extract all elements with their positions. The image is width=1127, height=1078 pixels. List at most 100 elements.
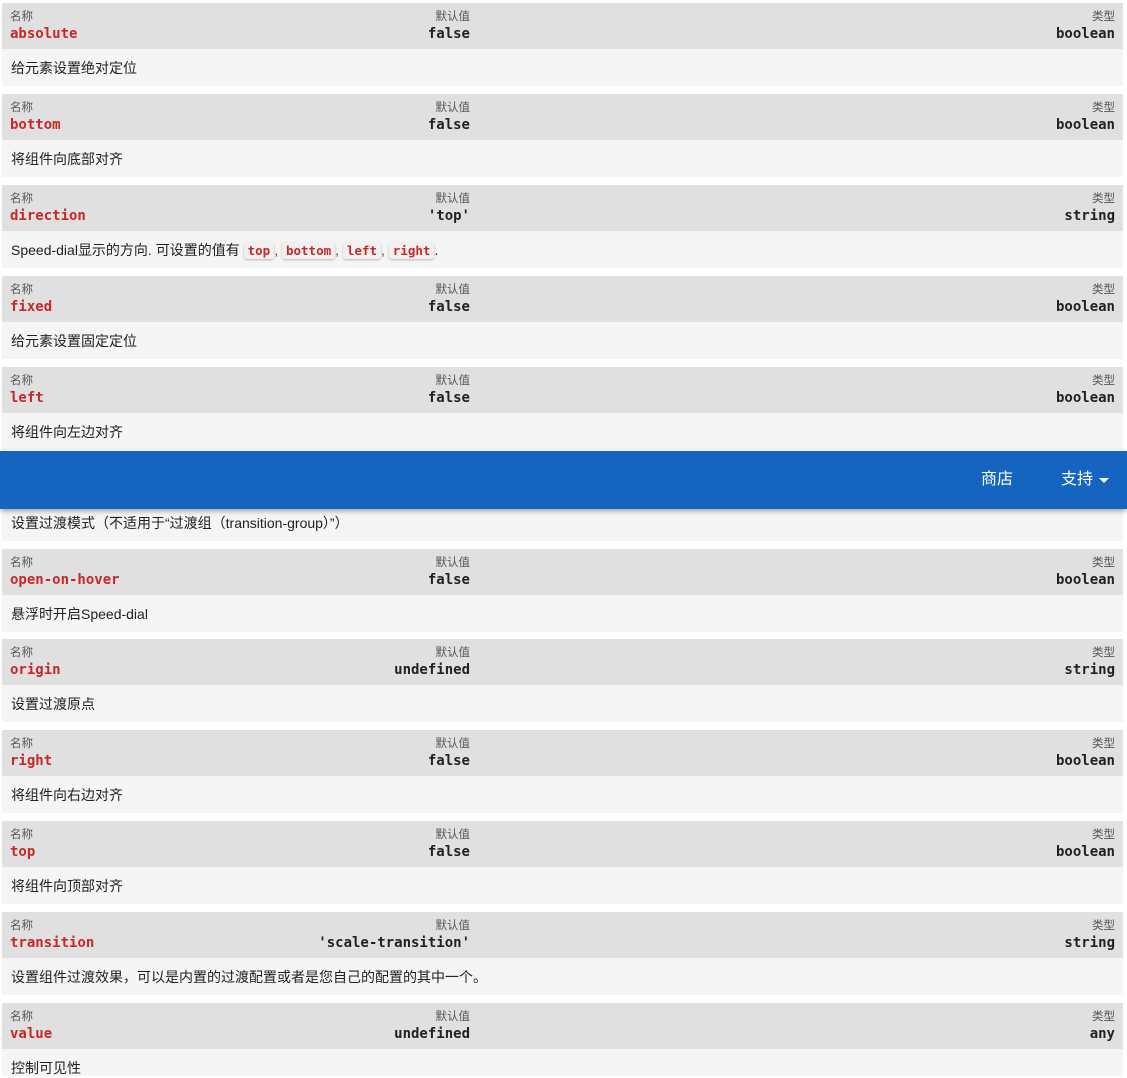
default-column-label: 默认值 xyxy=(435,920,471,932)
prop-name: origin xyxy=(10,662,61,678)
value-chip-right: right xyxy=(388,242,435,259)
prop-type: any xyxy=(1089,1026,1115,1042)
prop-row-origin: 名称 默认值 类型 origin undefined string 设置过渡原点 xyxy=(2,639,1123,722)
prop-name: value xyxy=(10,1026,53,1042)
prop-type: string xyxy=(1064,662,1115,678)
name-column-label: 名称 xyxy=(10,193,33,205)
support-menu-button[interactable]: 支持 xyxy=(1029,451,1109,509)
prop-description-text: 设置组件过渡效果，可以是内置的过渡配置或者是您自己的配置的其中一个。 xyxy=(11,969,487,985)
default-column-label: 默认值 xyxy=(435,11,471,23)
prop-header: 名称 默认值 类型 open-on-hover false boolean xyxy=(2,549,1123,595)
prop-row-left: 名称 默认值 类型 left false boolean 将组件向左边对齐 xyxy=(2,367,1123,450)
prop-header: 名称 默认值 类型 left false boolean xyxy=(2,367,1123,413)
prop-header: 名称 默认值 类型 fixed false boolean xyxy=(2,276,1123,322)
name-column-label: 名称 xyxy=(10,11,33,23)
description-suffix: . xyxy=(434,242,439,258)
value-chip-bottom: bottom xyxy=(281,242,336,259)
prop-header: 名称 默认值 类型 right false boolean xyxy=(2,730,1123,776)
prop-description: 悬浮时开启Speed-dial xyxy=(2,595,1123,632)
type-column-label: 类型 xyxy=(1092,284,1115,296)
default-column-label: 默认值 xyxy=(435,193,471,205)
prop-type: boolean xyxy=(1055,117,1115,133)
prop-description: 设置过渡原点 xyxy=(2,685,1123,722)
prop-name: transition xyxy=(10,935,95,951)
default-column-label: 默认值 xyxy=(435,1011,471,1023)
prop-name: left xyxy=(10,390,44,406)
type-column-label: 类型 xyxy=(1092,193,1115,205)
prop-description: Speed-dial显示的方向. 可设置的值有 top, bottom, lef… xyxy=(2,231,1123,268)
prop-name: bottom xyxy=(10,117,61,133)
value-chip-left: left xyxy=(342,242,382,259)
prop-row-fixed: 名称 默认值 类型 fixed false boolean 给元素设置固定定位 xyxy=(2,276,1123,359)
prop-type: string xyxy=(1064,208,1115,224)
name-column-label: 名称 xyxy=(10,284,33,296)
default-column-label: 默认值 xyxy=(435,738,471,750)
description-prefix: Speed-dial显示的方向. 可设置的值有 xyxy=(11,242,244,258)
support-label: 支持 xyxy=(1060,471,1093,488)
prop-row-value: 名称 默认值 类型 value undefined any 控制可见性 xyxy=(2,1003,1123,1076)
prop-name: absolute xyxy=(10,26,78,42)
name-column-label: 名称 xyxy=(10,375,33,387)
prop-type: boolean xyxy=(1055,572,1115,588)
type-column-label: 类型 xyxy=(1092,829,1115,841)
prop-default: false xyxy=(427,844,470,860)
default-column-label: 默认值 xyxy=(435,375,471,387)
name-column-label: 名称 xyxy=(10,829,33,841)
prop-row-right: 名称 默认值 类型 right false boolean 将组件向右边对齐 xyxy=(2,730,1123,813)
default-column-label: 默认值 xyxy=(435,102,471,114)
name-column-label: 名称 xyxy=(10,647,33,659)
prop-header: 名称 默认值 类型 direction 'top' string xyxy=(2,185,1123,231)
default-column-label: 默认值 xyxy=(435,829,471,841)
name-column-label: 名称 xyxy=(10,920,33,932)
type-column-label: 类型 xyxy=(1092,557,1115,569)
prop-description: 将组件向右边对齐 xyxy=(2,776,1123,813)
type-column-label: 类型 xyxy=(1092,738,1115,750)
prop-default: 'scale-transition' xyxy=(318,935,470,951)
default-column-label: 默认值 xyxy=(435,647,471,659)
prop-row-top: 名称 默认值 类型 top false boolean 将组件向顶部对齐 xyxy=(2,821,1123,904)
name-column-label: 名称 xyxy=(10,102,33,114)
value-chip-top: top xyxy=(243,242,275,259)
prop-header: 名称 默认值 类型 bottom false boolean xyxy=(2,94,1123,140)
name-column-label: 名称 xyxy=(10,557,33,569)
prop-name: fixed xyxy=(10,299,53,315)
prop-type: boolean xyxy=(1055,299,1115,315)
prop-row-transition: 名称 默认值 类型 transition 'scale-transition' … xyxy=(2,912,1123,995)
name-column-label: 名称 xyxy=(10,738,33,750)
prop-description: 控制可见性 xyxy=(2,1049,1123,1076)
store-button[interactable]: 商店 xyxy=(981,451,1013,509)
app-toolbar: 商店 支持 xyxy=(0,451,1127,509)
type-column-label: 类型 xyxy=(1092,375,1115,387)
prop-header: 名称 默认值 类型 value undefined any xyxy=(2,1003,1123,1049)
prop-default: false xyxy=(427,26,470,42)
prop-description: 设置组件过渡效果，可以是内置的过渡配置或者是您自己的配置的其中一个。 xyxy=(2,958,1123,995)
prop-default: false xyxy=(427,117,470,133)
prop-description-text: 设置过渡原点 xyxy=(11,696,95,712)
prop-type: boolean xyxy=(1055,26,1115,42)
prop-type: boolean xyxy=(1055,844,1115,860)
prop-name: direction xyxy=(10,208,86,224)
prop-name: top xyxy=(10,844,36,860)
prop-type: boolean xyxy=(1055,753,1115,769)
prop-type: string xyxy=(1064,935,1115,951)
type-column-label: 类型 xyxy=(1092,1011,1115,1023)
type-column-label: 类型 xyxy=(1092,647,1115,659)
type-column-label: 类型 xyxy=(1092,102,1115,114)
prop-description: 设置过渡模式（不适用于“过渡组（transition-group）”） xyxy=(2,504,1123,541)
prop-description: 将组件向左边对齐 xyxy=(2,413,1123,450)
type-column-label: 类型 xyxy=(1092,920,1115,932)
prop-header: 名称 默认值 类型 top false boolean xyxy=(2,821,1123,867)
prop-default: false xyxy=(427,390,470,406)
prop-description-text: Speed-dial显示的方向. 可设置的值有 top, bottom, lef… xyxy=(11,242,439,259)
prop-description-text: 将组件向左边对齐 xyxy=(11,424,123,440)
prop-header: 名称 默认值 类型 origin undefined string xyxy=(2,639,1123,685)
prop-row-direction: 名称 默认值 类型 direction 'top' string Speed-d… xyxy=(2,185,1123,268)
default-column-label: 默认值 xyxy=(435,284,471,296)
type-column-label: 类型 xyxy=(1092,11,1115,23)
prop-description-text: 将组件向右边对齐 xyxy=(11,787,123,803)
prop-name: right xyxy=(10,753,53,769)
prop-description-text: 将组件向底部对齐 xyxy=(11,151,123,167)
prop-description-text: 控制可见性 xyxy=(11,1060,81,1076)
prop-header: 名称 默认值 类型 absolute false boolean xyxy=(2,3,1123,49)
prop-header: 名称 默认值 类型 transition 'scale-transition' … xyxy=(2,912,1123,958)
